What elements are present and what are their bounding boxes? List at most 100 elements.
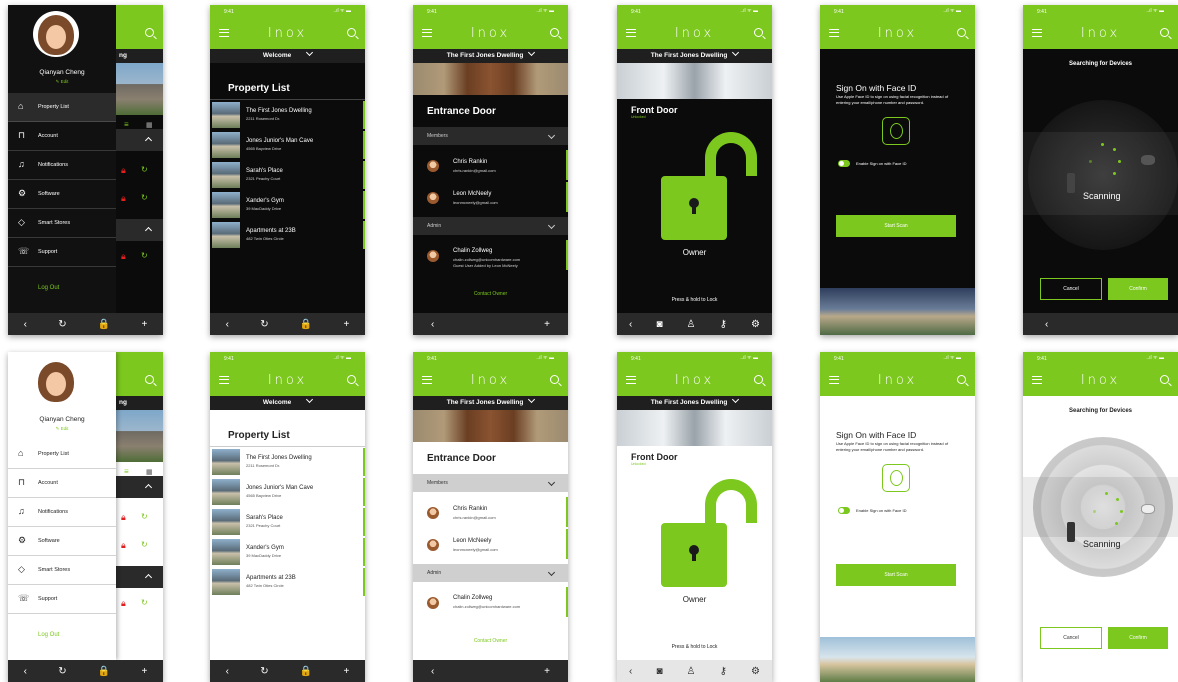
list-item[interactable]: Xander's Gym 39 MacDaddy Drive (210, 190, 365, 220)
search-icon[interactable] (957, 375, 966, 384)
cancel-button[interactable]: Cancel (1040, 627, 1102, 649)
scan-icon[interactable]: ◙ (656, 319, 662, 330)
start-scan-button[interactable]: Start Scan (836, 215, 956, 237)
admin-header[interactable]: Admin (413, 564, 568, 582)
avatar[interactable] (33, 358, 79, 404)
list-item[interactable]: Jones Junior's Man Cave 4565 Bayview Driv… (210, 477, 365, 507)
search-icon[interactable] (347, 28, 356, 37)
search-icon[interactable] (754, 28, 763, 37)
menu-item-property-list[interactable]: ⌂ Property List (8, 93, 116, 122)
dwelling-bar[interactable]: The First Jones Dwelling (617, 395, 772, 410)
dwelling-bar[interactable]: The First Jones Dwelling (413, 395, 568, 410)
sync-icon[interactable]: ↻ (141, 165, 148, 174)
logout-link[interactable]: Log Out (38, 285, 59, 291)
dwelling-bar[interactable]: The First Jones Dwelling (413, 48, 568, 63)
list-item[interactable]: Jones Junior's Man Cave 4565 Bayview Driv… (210, 130, 365, 160)
menu-item-support[interactable]: ☏ Support (8, 585, 116, 614)
list-item[interactable]: The First Jones Dwelling 2211 Rosemont Dr… (210, 447, 365, 477)
search-icon[interactable] (1160, 28, 1169, 37)
list-view-icon[interactable]: ≡ (124, 120, 129, 129)
search-icon[interactable] (347, 375, 356, 384)
contact-owner-link[interactable]: Contact Owner (413, 291, 568, 297)
list-item[interactable]: Sarah's Place 2321 Peachy Court (210, 507, 365, 537)
list-item[interactable]: Apartments at 23B 482 Twin Oties Circle (210, 220, 365, 250)
lock-button[interactable] (661, 176, 727, 240)
members-header[interactable]: Members (413, 127, 568, 145)
scan-icon[interactable]: ◙ (656, 666, 662, 677)
user-icon[interactable]: ♙ (687, 319, 696, 330)
menu-item-software[interactable]: ⚙ Software (8, 527, 116, 556)
collapse-bar[interactable] (116, 219, 163, 241)
gear-icon[interactable]: ⚙ (751, 666, 760, 677)
back-icon[interactable]: ‹ (629, 319, 632, 330)
search-icon[interactable] (754, 375, 763, 384)
back-icon[interactable]: ‹ (431, 319, 434, 330)
sync-icon[interactable]: ↻ (260, 666, 268, 677)
admin-header[interactable]: Admin (413, 217, 568, 235)
search-icon[interactable] (550, 375, 559, 384)
grid-view-icon[interactable]: ▦ (146, 468, 153, 476)
menu-item-software[interactable]: ⚙ Software (8, 180, 116, 209)
sync-icon[interactable]: ↻ (260, 319, 268, 330)
back-icon[interactable]: ‹ (24, 666, 27, 677)
lock-icon[interactable]: 🔒 (98, 319, 110, 330)
menu-item-smart-stores[interactable]: ◇ Smart Stores (8, 209, 116, 238)
menu-item-support[interactable]: ☏ Support (8, 238, 116, 267)
back-icon[interactable]: ‹ (629, 666, 632, 677)
cancel-button[interactable]: Cancel (1040, 278, 1102, 300)
back-icon[interactable]: ‹ (226, 666, 229, 677)
lock-icon[interactable]: 🔒 (300, 319, 312, 330)
confirm-button[interactable]: Confirm (1108, 278, 1168, 300)
collapse-bar[interactable] (116, 476, 163, 498)
menu-item-smart-stores[interactable]: ◇ Smart Stores (8, 556, 116, 585)
add-icon[interactable]: + (544, 319, 550, 330)
faceid-toggle[interactable] (838, 507, 850, 514)
gear-icon[interactable]: ⚙ (751, 319, 760, 330)
menu-item-notifications[interactable]: ♫ Notifications (8, 498, 116, 527)
search-icon[interactable] (957, 28, 966, 37)
dwelling-bar[interactable]: The First Jones Dwelling (617, 48, 772, 63)
back-icon[interactable]: ‹ (1045, 319, 1048, 330)
list-item[interactable]: Apartments at 23B 482 Twin Oties Circle (210, 567, 365, 597)
collapse-bar[interactable] (116, 566, 163, 588)
menu-item-property-list[interactable]: ⌂ Property List (8, 440, 116, 469)
back-icon[interactable]: ‹ (24, 319, 27, 330)
grid-view-icon[interactable]: ▦ (146, 121, 153, 129)
sync-icon[interactable]: ↻ (141, 251, 148, 260)
start-scan-button[interactable]: Start Scan (836, 564, 956, 586)
search-icon[interactable] (145, 28, 154, 37)
add-icon[interactable]: + (344, 319, 350, 330)
edit-link[interactable]: ✎ Edit (8, 79, 116, 85)
collapse-bar[interactable] (116, 129, 163, 151)
user-icon[interactable]: ♙ (687, 666, 696, 677)
search-icon[interactable] (145, 375, 154, 384)
sync-icon[interactable]: ↻ (58, 666, 66, 677)
list-item[interactable]: The First Jones Dwelling 2211 Rosemont Dr… (210, 100, 365, 130)
lock-icon[interactable]: 🔒︎ (121, 598, 126, 609)
add-icon[interactable]: + (142, 666, 148, 677)
edit-link[interactable]: ✎ Edit (8, 426, 116, 432)
sync-icon[interactable]: ↻ (58, 319, 66, 330)
faceid-toggle[interactable] (838, 160, 850, 167)
sync-icon[interactable]: ↻ (141, 540, 148, 549)
lock-icon[interactable]: 🔒︎ (121, 540, 126, 551)
avatar[interactable] (33, 11, 79, 57)
menu-item-account[interactable]: ⊓ Account (8, 122, 116, 151)
welcome-bar[interactable]: Welcome (210, 48, 365, 63)
add-icon[interactable]: + (344, 666, 350, 677)
back-icon[interactable]: ‹ (226, 319, 229, 330)
lock-icon[interactable]: 🔒 (300, 666, 312, 677)
lock-button[interactable] (661, 523, 727, 587)
sync-icon[interactable]: ↻ (141, 598, 148, 607)
add-icon[interactable]: + (142, 319, 148, 330)
members-header[interactable]: Members (413, 474, 568, 492)
list-item[interactable]: Sarah's Place 2321 Peachy Court (210, 160, 365, 190)
logout-link[interactable]: Log Out (38, 632, 59, 638)
key-icon[interactable]: ⚷ (720, 319, 727, 330)
lock-icon[interactable]: 🔒︎ (121, 165, 126, 176)
lock-icon[interactable]: 🔒︎ (121, 193, 126, 204)
menu-item-notifications[interactable]: ♫ Notifications (8, 151, 116, 180)
welcome-bar[interactable]: Welcome (210, 395, 365, 410)
search-icon[interactable] (1160, 375, 1169, 384)
search-icon[interactable] (550, 28, 559, 37)
